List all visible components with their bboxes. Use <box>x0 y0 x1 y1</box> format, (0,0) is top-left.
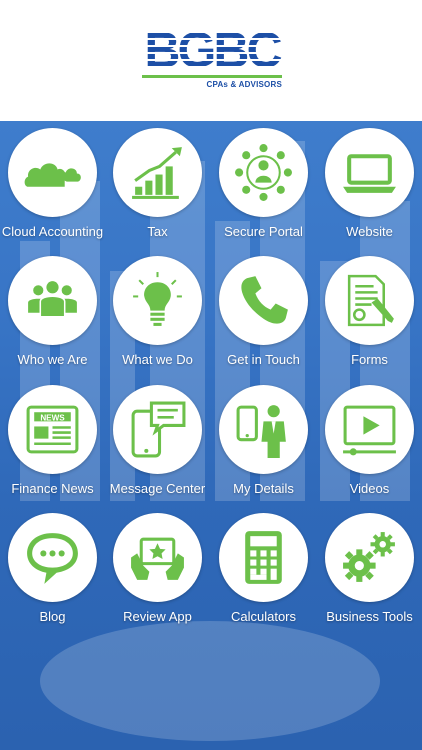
tile-label: Review App <box>123 609 192 624</box>
tile-label: My Details <box>233 481 294 496</box>
tile-tax[interactable]: Tax <box>105 121 210 249</box>
logo-green-bar <box>142 75 282 78</box>
tile-circle <box>219 513 308 602</box>
document-form-icon <box>347 274 394 327</box>
tile-who-we-are[interactable]: Who we Are <box>0 249 105 377</box>
gears-icon <box>343 532 395 582</box>
tile-label: Cloud Accounting <box>1 224 104 239</box>
tile-label: Videos <box>349 481 390 496</box>
tile-blog[interactable]: Blog <box>0 506 105 634</box>
tile-label: What we Do <box>122 352 193 367</box>
tile-label: Calculators <box>230 609 297 624</box>
tile-circle <box>219 385 308 474</box>
tile-finance-news[interactable]: NEWS Finance News <box>0 378 105 506</box>
app-header: BGBC CPAs & ADVISORS <box>0 0 422 121</box>
network-people-icon <box>235 144 292 201</box>
mobile-message-icon <box>131 401 186 458</box>
tile-label: Business Tools <box>326 609 413 624</box>
tile-circle <box>8 256 97 345</box>
menu-area: Cloud Accounting Tax Secure Portal Websi… <box>0 121 422 750</box>
tile-label: Secure Portal <box>224 224 303 239</box>
logo-tagline: CPAs & ADVISORS <box>206 80 282 89</box>
tile-review-app[interactable]: Review App <box>105 506 210 634</box>
tile-business-tools[interactable]: Business Tools <box>317 506 422 634</box>
tile-cloud-accounting[interactable]: Cloud Accounting <box>0 121 105 249</box>
tile-label: Website <box>346 224 393 239</box>
tile-label: Tax <box>147 224 168 239</box>
cloud-icon <box>24 163 81 187</box>
tile-label: Finance News <box>11 481 94 496</box>
tile-circle <box>113 385 202 474</box>
tile-message-center[interactable]: Message Center <box>105 378 210 506</box>
tile-label: Message Center <box>109 481 206 496</box>
tile-forms[interactable]: Forms <box>317 249 422 377</box>
phone-icon <box>241 276 288 324</box>
tile-circle <box>8 128 97 217</box>
logo-letters: BGBC <box>140 25 284 75</box>
laptop-icon <box>343 154 396 193</box>
tile-label: Blog <box>39 609 66 624</box>
tile-circle: NEWS <box>8 385 97 474</box>
team-icon <box>28 281 77 318</box>
tile-label: Get in Touch <box>227 352 300 367</box>
person-phone-icon <box>236 405 286 458</box>
tile-label: Who we Are <box>17 352 88 367</box>
lightbulb-icon <box>133 272 182 326</box>
bgbc-logo: BGBC CPAs & ADVISORS <box>140 25 284 92</box>
tile-circle <box>113 256 202 345</box>
tile-circle <box>8 513 97 602</box>
menu-grid: Cloud Accounting Tax Secure Portal Websi… <box>0 121 422 750</box>
tile-secure-portal[interactable]: Secure Portal <box>211 121 316 249</box>
tile-my-details[interactable]: My Details <box>211 378 316 506</box>
tile-website[interactable]: Website <box>317 121 422 249</box>
tablet-star-icon <box>131 537 184 580</box>
tile-label: Forms <box>351 352 388 367</box>
chat-bubble-icon <box>27 533 78 584</box>
tile-circle <box>325 385 414 474</box>
tile-circle <box>325 256 414 345</box>
tile-circle <box>325 513 414 602</box>
video-play-icon <box>343 405 396 456</box>
svg-text:NEWS: NEWS <box>40 413 65 422</box>
tile-circle <box>113 128 202 217</box>
tile-get-in-touch[interactable]: Get in Touch <box>211 249 316 377</box>
tile-circle <box>325 128 414 217</box>
tile-circle <box>219 128 308 217</box>
tile-circle <box>219 256 308 345</box>
tile-what-we-do[interactable]: What we Do <box>105 249 210 377</box>
growth-chart-icon <box>132 147 182 199</box>
calculator-icon <box>245 531 282 584</box>
newspaper-icon: NEWS <box>26 405 79 454</box>
tile-videos[interactable]: Videos <box>317 378 422 506</box>
tile-circle <box>113 513 202 602</box>
tile-calculators[interactable]: Calculators <box>211 506 316 634</box>
